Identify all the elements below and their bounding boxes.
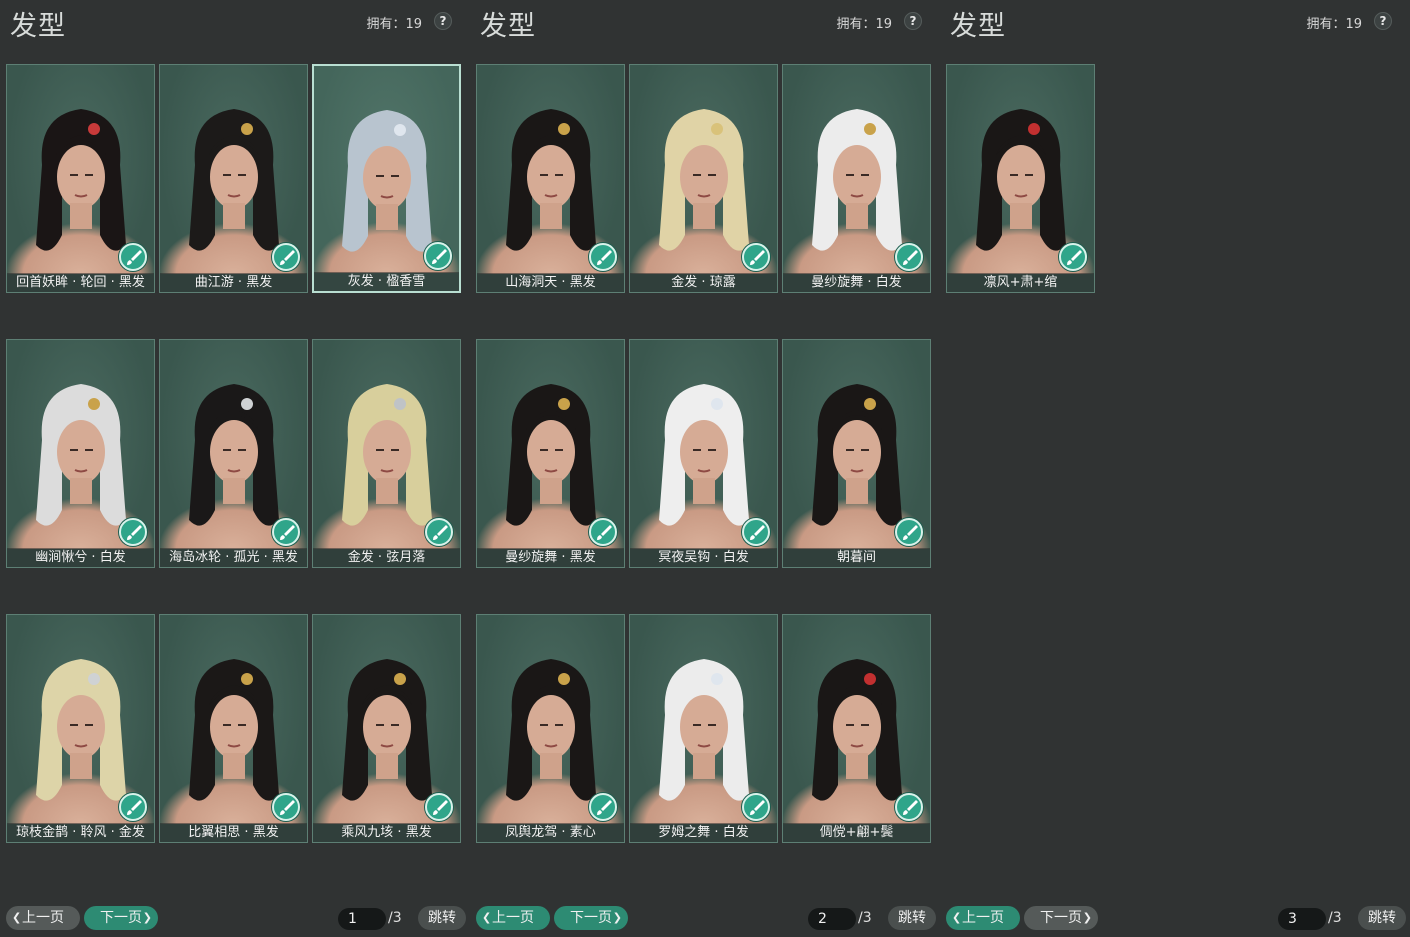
paint-brush-icon[interactable] — [119, 243, 147, 271]
hairstyle-card[interactable]: 回首妖眸 · 轮回 · 黑发 — [6, 64, 155, 293]
hairstyle-card[interactable]: 曼纱旋舞 · 白发 — [782, 64, 931, 293]
hairstyle-card[interactable]: 冥夜吴钩 · 白发 — [629, 339, 778, 568]
chevron-left-icon: ❮ — [12, 911, 22, 924]
hairstyle-name: 乘风九垓 · 黑发 — [313, 823, 460, 842]
hairstyle-name: 海岛冰轮 · 孤光 · 黑发 — [160, 548, 307, 567]
hairstyle-name: 曼纱旋舞 · 白发 — [783, 273, 930, 292]
paint-brush-icon[interactable] — [589, 793, 617, 821]
pager: ❮上一页 下一页❯ /3 跳转 — [470, 905, 940, 931]
next-page-button[interactable]: 下一页 ❯ — [84, 906, 158, 930]
prev-page-button[interactable]: ❮ 上一页 — [946, 906, 1020, 930]
prev-page-button[interactable]: ❮ 上一页 — [6, 906, 80, 930]
chevron-right-icon: ❯ — [612, 911, 622, 924]
page-total: /3 — [858, 910, 872, 926]
hairstyle-card[interactable]: 曼纱旋舞 · 黑发 — [476, 339, 625, 568]
paint-brush-icon[interactable] — [424, 242, 452, 270]
hairstyle-panel-1: 发型 拥有：19 ? ❮上一页 下一页❯ /3 跳转 回首妖眸 · 轮回 · 黑… — [0, 0, 470, 937]
paint-brush-icon[interactable] — [119, 518, 147, 546]
jump-button[interactable]: 跳转 — [888, 906, 936, 930]
next-page-button[interactable]: 下一页 ❯ — [1024, 906, 1098, 930]
hairstyle-panel-2: 发型 拥有：19 ? ❮上一页 下一页❯ /3 跳转 山海洞天 · 黑发金发 ·… — [470, 0, 940, 937]
paint-brush-icon[interactable] — [425, 793, 453, 821]
chevron-right-icon: ❯ — [142, 911, 152, 924]
hairstyle-card[interactable]: 凛风+肃+绾 — [946, 64, 1095, 293]
hairstyle-card[interactable]: 灰发 · 楹香雪 — [312, 64, 461, 293]
hairstyle-card[interactable]: 琼枝金鹊 · 聆风 · 金发 — [6, 614, 155, 843]
paint-brush-icon[interactable] — [895, 793, 923, 821]
hairstyle-card[interactable]: 比翼相思 · 黑发 — [159, 614, 308, 843]
hairstyle-card[interactable]: 朝暮间 — [782, 339, 931, 568]
hairstyle-card[interactable]: 金发 · 琼露 — [629, 64, 778, 293]
chevron-left-icon: ❮ — [952, 911, 962, 924]
paint-brush-icon[interactable] — [742, 793, 770, 821]
paint-brush-icon[interactable] — [272, 793, 300, 821]
hairstyle-name: 罗姆之舞 · 白发 — [630, 823, 777, 842]
pager: ❮上一页 下一页❯ /3 跳转 — [940, 905, 1410, 931]
paint-brush-icon[interactable] — [272, 243, 300, 271]
page-number-input[interactable] — [338, 908, 386, 930]
paint-brush-icon[interactable] — [119, 793, 147, 821]
hairstyle-name: 朝暮间 — [783, 548, 930, 567]
hairstyle-name: 凛风+肃+绾 — [947, 273, 1094, 292]
panel-title: 发型 — [950, 11, 1006, 42]
next-page-button[interactable]: 下一页 ❯ — [554, 906, 628, 930]
hairstyle-name: 琼枝金鹊 · 聆风 · 金发 — [7, 823, 154, 842]
hairstyle-name: 幽涧愀兮 · 白发 — [7, 548, 154, 567]
paint-brush-icon[interactable] — [1059, 243, 1087, 271]
pager: ❮上一页 下一页❯ /3 跳转 — [0, 905, 470, 931]
hairstyle-panel-3: 发型 拥有：19 ? ❮上一页 下一页❯ /3 跳转 凛风+肃+绾 — [940, 0, 1410, 937]
help-icon[interactable]: ? — [904, 12, 922, 30]
hairstyle-name: 凤舆龙驾 · 素心 — [477, 823, 624, 842]
paint-brush-icon[interactable] — [742, 518, 770, 546]
prev-page-button[interactable]: ❮ 上一页 — [476, 906, 550, 930]
panel-title: 发型 — [10, 11, 66, 42]
paint-brush-icon[interactable] — [895, 243, 923, 271]
paint-brush-icon[interactable] — [742, 243, 770, 271]
hairstyle-name: 回首妖眸 · 轮回 · 黑发 — [7, 273, 154, 292]
hairstyle-card[interactable]: 凤舆龙驾 · 素心 — [476, 614, 625, 843]
help-icon[interactable]: ? — [434, 12, 452, 30]
panel-title: 发型 — [480, 11, 536, 42]
paint-brush-icon[interactable] — [895, 518, 923, 546]
page-total: /3 — [1328, 910, 1342, 926]
chevron-left-icon: ❮ — [482, 911, 492, 924]
hairstyle-name: 曼纱旋舞 · 黑发 — [477, 548, 624, 567]
hairstyle-name: 金发 · 弦月落 — [313, 548, 460, 567]
hairstyle-name: 比翼相思 · 黑发 — [160, 823, 307, 842]
hairstyle-card[interactable]: 海岛冰轮 · 孤光 · 黑发 — [159, 339, 308, 568]
jump-button[interactable]: 跳转 — [418, 906, 466, 930]
hairstyle-card[interactable]: 乘风九垓 · 黑发 — [312, 614, 461, 843]
hairstyle-name: 山海洞天 · 黑发 — [477, 273, 624, 292]
hairstyle-card[interactable]: 幽涧愀兮 · 白发 — [6, 339, 155, 568]
hairstyle-card[interactable]: 金发 · 弦月落 — [312, 339, 461, 568]
paint-brush-icon[interactable] — [425, 518, 453, 546]
hairstyle-name: 冥夜吴钩 · 白发 — [630, 548, 777, 567]
hairstyle-name: 金发 · 琼露 — [630, 273, 777, 292]
page-number-input[interactable] — [808, 908, 856, 930]
paint-brush-icon[interactable] — [589, 243, 617, 271]
hairstyle-card[interactable]: 罗姆之舞 · 白发 — [629, 614, 778, 843]
hairstyle-name: 灰发 · 楹香雪 — [314, 272, 459, 291]
hairstyle-card[interactable]: 山海洞天 · 黑发 — [476, 64, 625, 293]
hairstyle-card[interactable]: 曲江游 · 黑发 — [159, 64, 308, 293]
jump-button[interactable]: 跳转 — [1358, 906, 1406, 930]
hairstyle-card[interactable]: 倜傥+翩+鬓 — [782, 614, 931, 843]
owned-count: 拥有：19 — [366, 17, 422, 32]
owned-count: 拥有：19 — [836, 17, 892, 32]
page-number-input[interactable] — [1278, 908, 1326, 930]
hairstyle-name: 倜傥+翩+鬓 — [783, 823, 930, 842]
paint-brush-icon[interactable] — [272, 518, 300, 546]
hairstyle-name: 曲江游 · 黑发 — [160, 273, 307, 292]
owned-count: 拥有：19 — [1306, 17, 1362, 32]
page-total: /3 — [388, 910, 402, 926]
help-icon[interactable]: ? — [1374, 12, 1392, 30]
chevron-right-icon: ❯ — [1082, 911, 1092, 924]
paint-brush-icon[interactable] — [589, 518, 617, 546]
